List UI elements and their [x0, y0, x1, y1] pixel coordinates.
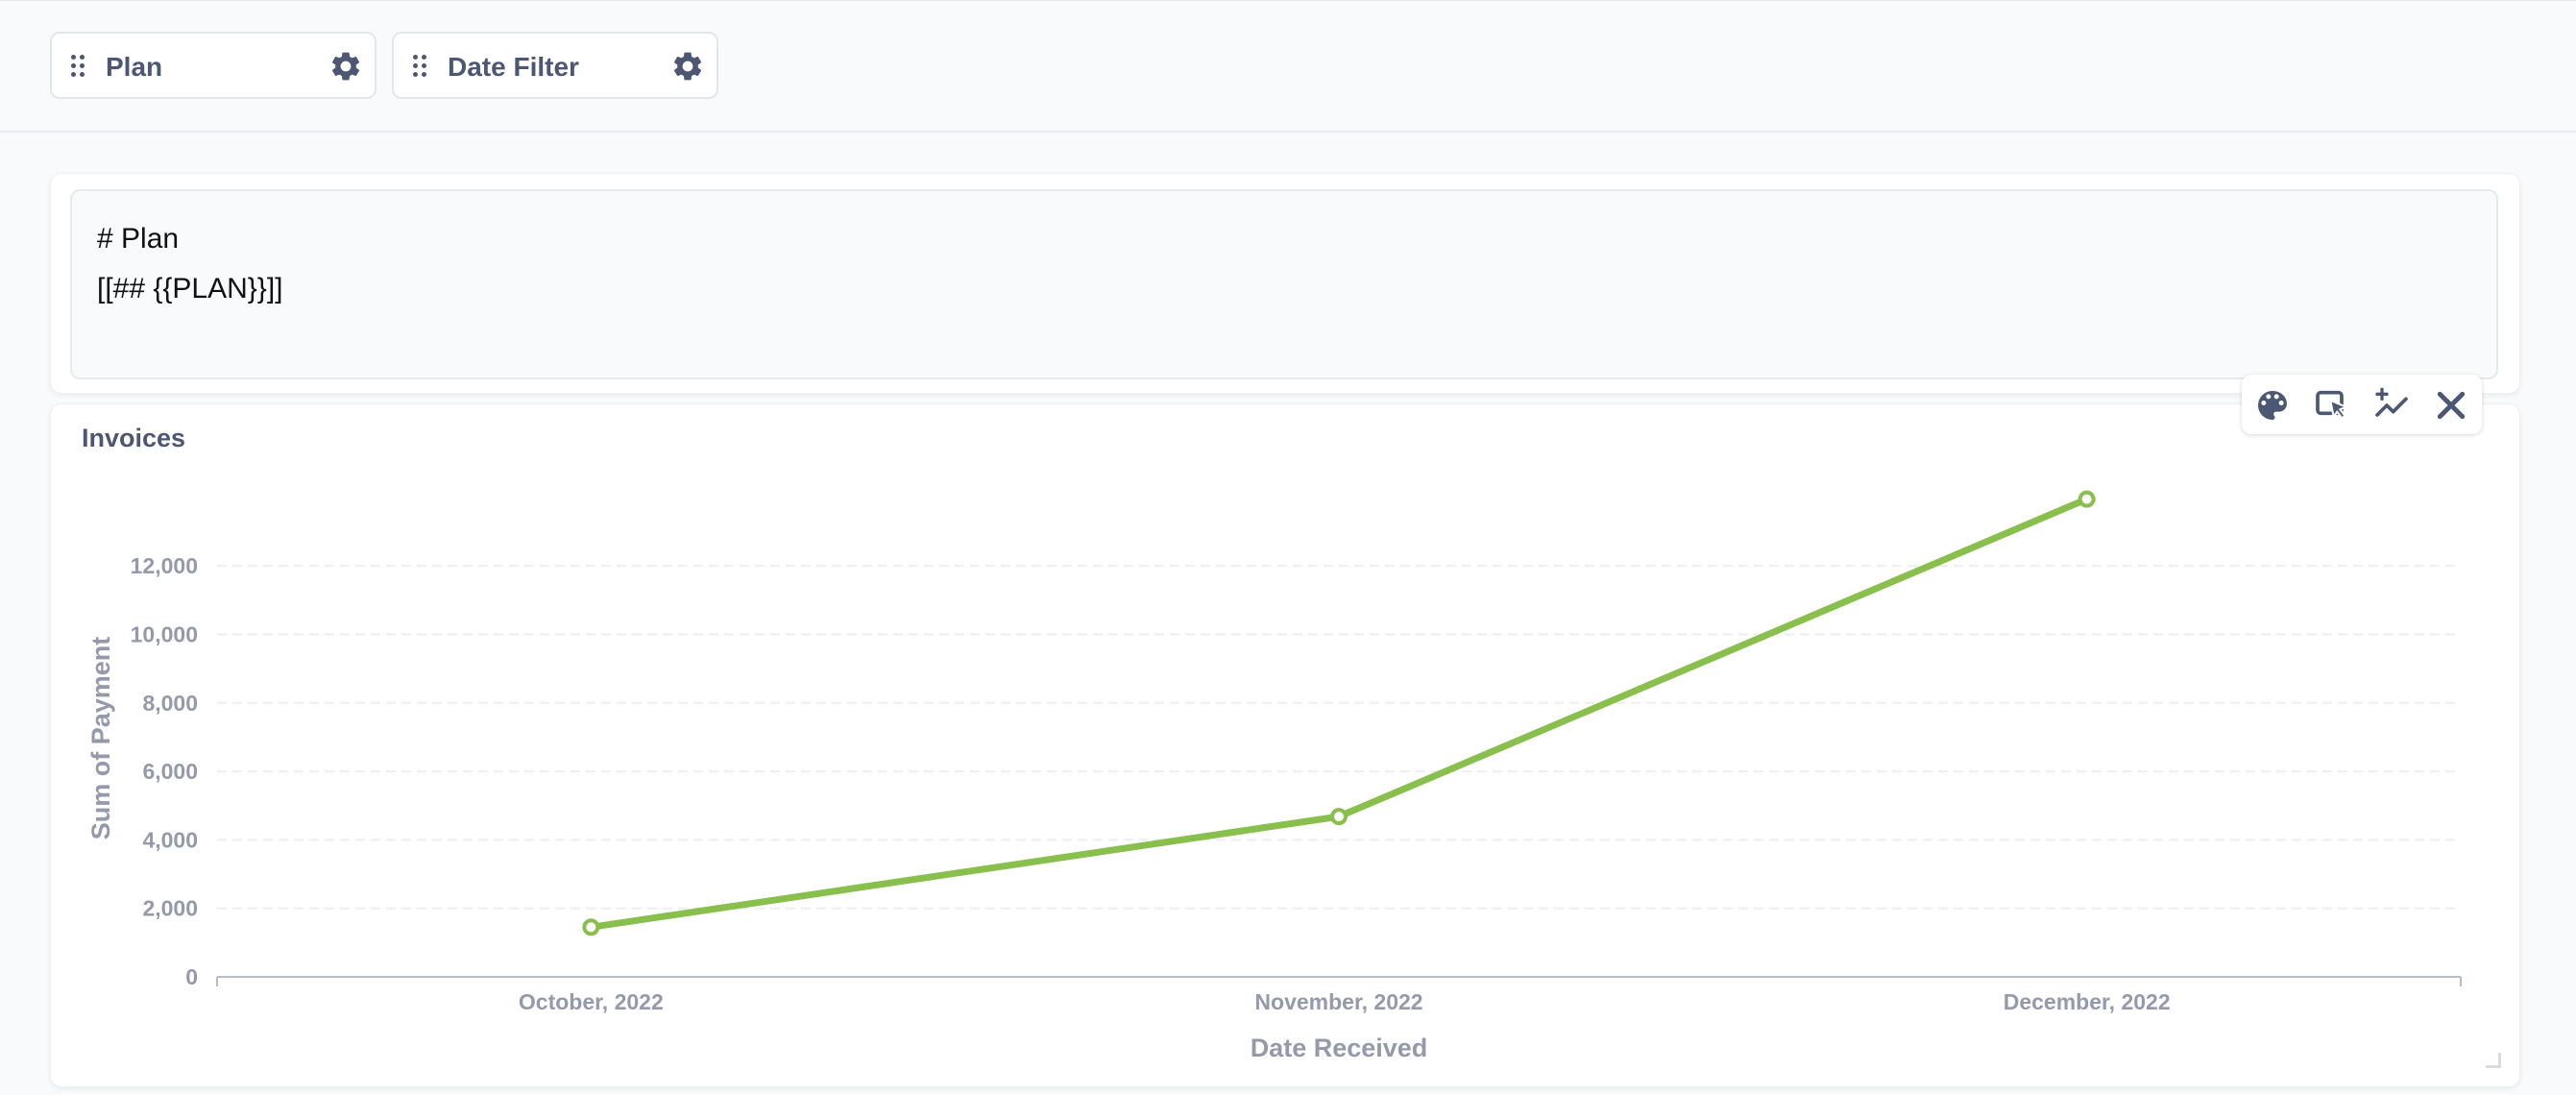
click-behavior-icon[interactable]: [2313, 386, 2351, 425]
y-axis-label: Sum of Payment: [86, 637, 115, 840]
y-tick-label: 12,000: [131, 553, 198, 578]
x-axis-label: Date Received: [1251, 1034, 1428, 1062]
series-line: [587, 496, 2091, 931]
data-point: [2078, 490, 2096, 508]
y-tick-label: 0: [185, 964, 198, 989]
palette-icon[interactable]: [2253, 386, 2292, 425]
line-chart: 0 2,000 4,000 6,000 8,000 10,000 12,000 October…: [86, 490, 2462, 1062]
close-icon[interactable]: [2432, 386, 2470, 425]
y-tick-label: 10,000: [131, 621, 198, 646]
x-tick-label: October, 2022: [519, 989, 664, 1014]
data-point: [1330, 808, 1348, 826]
y-tick-label: 2,000: [142, 896, 198, 921]
resize-handle[interactable]: [2486, 1053, 2501, 1068]
y-tick-label: 4,000: [142, 827, 198, 852]
x-tick-label: December, 2022: [2004, 989, 2171, 1014]
add-series-icon[interactable]: [2372, 386, 2411, 425]
data-point: [582, 918, 600, 937]
y-tick-label: 8,000: [142, 691, 198, 716]
x-tick-label: November, 2022: [1254, 989, 1422, 1014]
card-actions-toolbar: [2242, 375, 2482, 434]
y-tick-label: 6,000: [142, 759, 198, 784]
